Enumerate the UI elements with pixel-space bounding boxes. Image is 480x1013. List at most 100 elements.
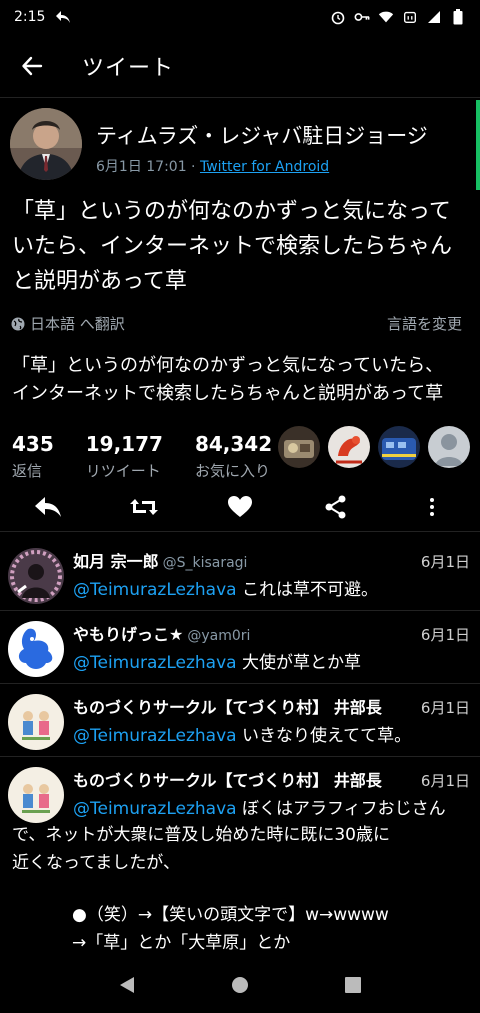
reply-body: いきなり使えてて草。: [236, 726, 412, 746]
more-vertical-icon: [430, 497, 434, 516]
status-bar: 2:15: [0, 0, 480, 34]
translate-button[interactable]: 日本語 へ翻訳: [10, 313, 125, 334]
reply-icon: [35, 496, 61, 517]
reply-date: 6月1日: [420, 553, 470, 571]
app-bar: ツイート: [0, 34, 480, 98]
battery-icon: [450, 9, 466, 25]
reply-notification-icon: [55, 9, 71, 25]
reply-avatar[interactable]: [8, 548, 64, 604]
reply-date: 6月1日: [420, 699, 470, 717]
more-options-button[interactable]: [384, 482, 480, 532]
liker-avatars[interactable]: [278, 426, 470, 468]
back-button[interactable]: [0, 34, 64, 98]
reply-date: 6月1日: [420, 772, 470, 790]
status-time: 2:15: [14, 9, 46, 25]
liker-avatar[interactable]: [428, 426, 470, 468]
likes-label: お気に入り: [194, 462, 270, 480]
reply-item[interactable]: 如月 宗一郎 @S_kisaragi 6月1日 @TeimurazLezhava…: [0, 538, 480, 611]
retweets-stat[interactable]: 19,177 リツイート: [86, 432, 163, 481]
tweet-text: 「草」というのが何なのかずっと気になって いたら、インターネットで検索したらちゃ…: [0, 180, 480, 299]
reply-continuation: で、ネットが大衆に普及し始めた時に既に30歳に 近くなってましたが、 ●（笑）→…: [0, 821, 480, 957]
replies-label: 返信: [12, 462, 43, 480]
square-recents-icon: [345, 977, 362, 993]
share-icon: [325, 495, 346, 518]
translated-text: 「草」というのが何なのかずっと気になっていたら、 インターネットで検索したらちゃ…: [0, 334, 480, 408]
change-language-link[interactable]: 言語を変更: [387, 313, 462, 334]
reply-body: これは草不可避。: [236, 580, 378, 600]
heart-icon: [228, 495, 252, 517]
likes-stat[interactable]: 84,342 お気に入り: [195, 432, 272, 481]
replies-stat[interactable]: 435 返信: [12, 432, 54, 481]
reply-avatar[interactable]: [8, 767, 64, 823]
reply-text: @TeimurazLezhava これは草不可避。: [73, 576, 470, 604]
nav-recents-button[interactable]: [344, 976, 362, 998]
reply-text: @TeimurazLezhava 大使が草とか草: [73, 649, 470, 677]
retweet-button[interactable]: [96, 482, 192, 532]
reply-list: 如月 宗一郎 @S_kisaragi 6月1日 @TeimurazLezhava…: [0, 538, 480, 957]
triangle-back-icon: [119, 977, 134, 993]
retweets-label: リツイート: [85, 462, 161, 480]
reply-author-name: ものづくりサークル【てづくり村】 井部長: [73, 771, 382, 790]
reply-line: 近くなってましたが、: [12, 853, 180, 873]
translate-row: 日本語 へ翻訳 言語を変更: [0, 299, 480, 334]
reply-line: ●（笑）→【笑いの頭文字で】w→wwww: [72, 905, 389, 925]
like-button[interactable]: [192, 482, 288, 532]
translated-line: 「草」というのが何なのかずっと気になっていたら、: [12, 355, 444, 376]
reply-avatar[interactable]: [8, 621, 64, 677]
circle-home-icon: [231, 977, 248, 993]
reply-button[interactable]: [0, 482, 96, 532]
tweet-stats: 435 返信 19,177 リツイート 84,342 お気に入り: [0, 408, 480, 480]
tweet-timestamp: 6月1日 17:01 ·: [96, 159, 200, 175]
alarm-icon: [330, 9, 346, 25]
wifi-icon: [378, 9, 394, 25]
nav-home-button[interactable]: [231, 976, 249, 998]
mention-link[interactable]: @TeimurazLezhava: [73, 653, 237, 673]
replies-count: 435: [12, 432, 54, 456]
reply-date: 6月1日: [420, 626, 470, 644]
page-title: ツイート: [82, 55, 175, 81]
reply-body: 大使が草とか草: [236, 653, 361, 673]
reply-line: →「草」とか「大草原」とか: [72, 933, 291, 953]
reply-author-name: 如月 宗一郎: [73, 552, 159, 571]
nav-back-button[interactable]: [118, 976, 136, 998]
translated-line: インターネットで検索したらちゃんと説明があって草: [12, 383, 444, 404]
tweet-text-line: 「草」というのが何なのかずっと気になって: [12, 199, 451, 224]
translate-label: 日本語 へ翻訳: [30, 315, 125, 333]
mention-link[interactable]: @TeimurazLezhava: [73, 726, 237, 746]
arrow-left-icon: [22, 56, 43, 75]
tweet-author[interactable]: ティムラズ・レジャバ駐日ジョージ 6月1日 17:01 · Twitter fo…: [0, 100, 480, 180]
retweets-count: 19,177: [85, 432, 163, 456]
reply-author-name: ものづくりサークル【てづくり村】 井部長: [73, 698, 382, 717]
liker-avatar[interactable]: [378, 426, 420, 468]
author-avatar[interactable]: [10, 108, 82, 180]
signal-icon: [426, 9, 442, 25]
client-link[interactable]: Twitter for Android: [200, 159, 329, 175]
mention-link[interactable]: @TeimurazLezhava: [73, 799, 237, 819]
reply-body: ぼくはアラフィフおじさん: [236, 799, 446, 819]
tweet-meta: 6月1日 17:01 · Twitter for Android: [96, 156, 428, 176]
reply-line: で、ネットが大衆に普及し始めた時に既に30歳に: [12, 825, 390, 845]
tweet-text-line: いたら、インターネットで検索したらちゃん: [12, 234, 453, 259]
vpn-key-icon: [354, 9, 370, 25]
reply-handle: @S_kisaragi: [162, 555, 248, 571]
data-icon: [402, 9, 418, 25]
share-button[interactable]: [288, 482, 384, 532]
author-name: ティムラズ・レジャバ駐日ジョージ: [96, 124, 428, 148]
tweet-text-line: と説明があって草: [12, 269, 187, 294]
liker-avatar[interactable]: [278, 426, 320, 468]
main-tweet: ティムラズ・レジャバ駐日ジョージ 6月1日 17:01 · Twitter fo…: [0, 100, 480, 480]
reply-author-name: やもりげっこ★: [73, 625, 184, 644]
reply-text: @TeimurazLezhava ぼくはアラフィフおじさん: [73, 795, 470, 823]
retweet-icon: [130, 498, 158, 515]
mention-link[interactable]: @TeimurazLezhava: [73, 580, 237, 600]
likes-count: 84,342: [194, 432, 273, 456]
liker-avatar[interactable]: [328, 426, 370, 468]
globe-icon: [11, 317, 25, 330]
reply-avatar[interactable]: [8, 694, 64, 750]
tweet-actions: [0, 482, 480, 532]
system-nav-bar: [0, 961, 480, 1013]
reply-item[interactable]: ものづくりサークル【てづくり村】 井部長 6月1日 @TeimurazLezha…: [0, 684, 480, 757]
reply-handle: @yam0ri: [187, 628, 251, 644]
reply-text: @TeimurazLezhava いきなり使えてて草。: [73, 722, 470, 750]
reply-item[interactable]: やもりげっこ★ @yam0ri 6月1日 @TeimurazLezhava 大使…: [0, 611, 480, 684]
